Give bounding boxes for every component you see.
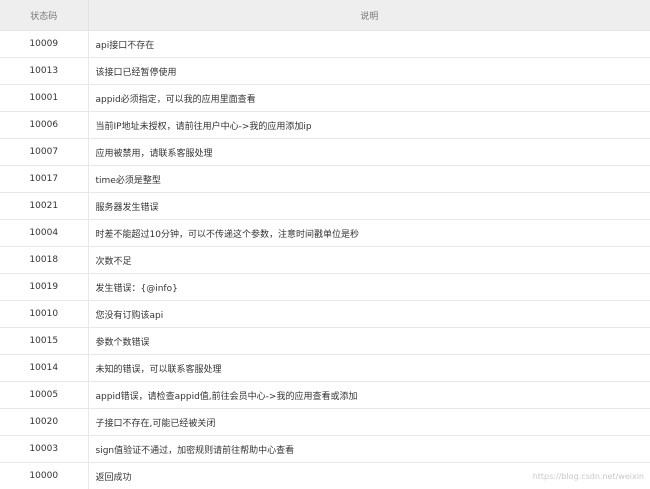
status-code-cell: 10004	[0, 220, 88, 247]
description-cell: 您没有订购该api	[88, 301, 650, 328]
description-cell: 子接口不存在,可能已经被关闭	[88, 409, 650, 436]
status-code-cell: 10015	[0, 328, 88, 355]
description-cell: 应用被禁用，请联系客服处理	[88, 139, 650, 166]
table-header-row: 状态码 说明	[0, 0, 650, 31]
table-row: 10010您没有订购该api	[0, 301, 650, 328]
status-code-table: 状态码 说明 10009api接口不存在10013该接口已经暂停使用10001a…	[0, 0, 650, 489]
table-row: 10019发生错误：{@info}	[0, 274, 650, 301]
table-row: 10014未知的错误，可以联系客服处理	[0, 355, 650, 382]
table-row: 10013该接口已经暂停使用	[0, 58, 650, 85]
table-row: 10020子接口不存在,可能已经被关闭	[0, 409, 650, 436]
status-code-cell: 10017	[0, 166, 88, 193]
status-code-cell: 10018	[0, 247, 88, 274]
description-cell: 未知的错误，可以联系客服处理	[88, 355, 650, 382]
description-cell: 时差不能超过10分钟，可以不传递这个参数，注意时间戳单位是秒	[88, 220, 650, 247]
status-code-cell: 10009	[0, 31, 88, 58]
table-row: 10007应用被禁用，请联系客服处理	[0, 139, 650, 166]
header-description: 说明	[88, 0, 650, 31]
description-cell: appid错误，请检查appid值,前往会员中心->我的应用查看或添加	[88, 382, 650, 409]
description-cell: 参数个数错误	[88, 328, 650, 355]
description-cell: 发生错误：{@info}	[88, 274, 650, 301]
status-code-cell: 10006	[0, 112, 88, 139]
status-code-cell: 10021	[0, 193, 88, 220]
status-code-cell: 10001	[0, 85, 88, 112]
description-cell: time必须是整型	[88, 166, 650, 193]
table-row: 10015参数个数错误	[0, 328, 650, 355]
table-row: 10005appid错误，请检查appid值,前往会员中心->我的应用查看或添加	[0, 382, 650, 409]
table-row: 10003sign值验证不通过，加密规则请前往帮助中心查看	[0, 436, 650, 463]
watermark: https://blog.csdn.net/weixin	[533, 472, 644, 481]
status-code-cell: 10020	[0, 409, 88, 436]
description-cell: 次数不足	[88, 247, 650, 274]
status-code-cell: 10010	[0, 301, 88, 328]
status-code-cell: 10003	[0, 436, 88, 463]
table-row: 10009api接口不存在	[0, 31, 650, 58]
description-cell: sign值验证不通过，加密规则请前往帮助中心查看	[88, 436, 650, 463]
description-cell: appid必须指定，可以我的应用里面查看	[88, 85, 650, 112]
table-row: 10017time必须是整型	[0, 166, 650, 193]
table-row: 10021服务器发生错误	[0, 193, 650, 220]
description-cell: 该接口已经暂停使用	[88, 58, 650, 85]
status-code-cell: 10005	[0, 382, 88, 409]
table-row: 10001appid必须指定，可以我的应用里面查看	[0, 85, 650, 112]
table-row: 10018次数不足	[0, 247, 650, 274]
status-code-cell: 10019	[0, 274, 88, 301]
table-row: 10006当前IP地址未授权，请前往用户中心->我的应用添加ip	[0, 112, 650, 139]
description-cell: 服务器发生错误	[88, 193, 650, 220]
header-status-code: 状态码	[0, 0, 88, 31]
table-row: 10004时差不能超过10分钟，可以不传递这个参数，注意时间戳单位是秒	[0, 220, 650, 247]
status-code-cell: 10007	[0, 139, 88, 166]
description-cell: 当前IP地址未授权，请前往用户中心->我的应用添加ip	[88, 112, 650, 139]
status-code-cell: 10000	[0, 463, 88, 489]
description-cell: api接口不存在	[88, 31, 650, 58]
status-code-cell: 10014	[0, 355, 88, 382]
status-code-cell: 10013	[0, 58, 88, 85]
